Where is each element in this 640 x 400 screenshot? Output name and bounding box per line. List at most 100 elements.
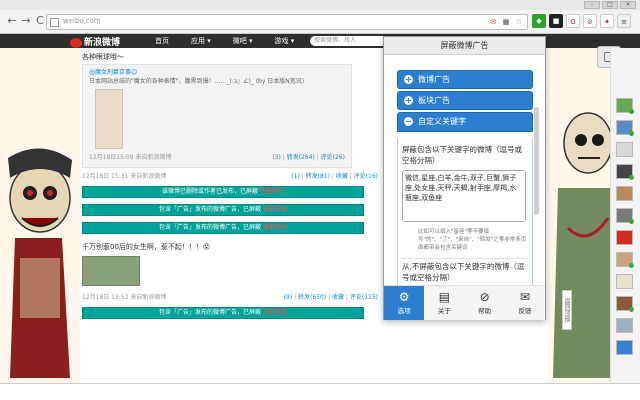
close-button[interactable]: ✕ xyxy=(620,1,636,9)
repost-button[interactable]: 转发(650) xyxy=(298,294,326,301)
tab-label: 关于 xyxy=(437,307,451,315)
friends-sidebar xyxy=(610,48,640,383)
like-button[interactable]: (3) xyxy=(272,154,281,161)
like-button[interactable]: (9) xyxy=(284,294,293,301)
blocked-text: 该微博已删除或作者已发布，已屏蔽 xyxy=(162,188,259,195)
repost-button[interactable]: 转发(264) xyxy=(287,154,315,161)
url-text[interactable]: weibo.com xyxy=(63,17,101,25)
post-image[interactable] xyxy=(95,89,123,149)
post-meta: 12月18日 15:31 来自新浪微博 (1) | 转发(81) | 收藏 | … xyxy=(82,173,378,180)
avatar[interactable] xyxy=(616,318,633,333)
omnibox-icons: ✉ ▦ ☆ xyxy=(488,17,524,27)
background-illustration-left xyxy=(0,48,80,383)
keywords-hint: 比如可以填入"星座"等不要填写"的"、"了"、"来自"、"转发"之等非常多页面都… xyxy=(418,229,527,251)
post-meta: 12月18日 13:52 来自新浪微博 (9) | 转发(650) | 收藏 |… xyxy=(82,294,378,301)
nav-weiba[interactable]: 微吧 ▾ xyxy=(233,36,253,46)
help-icon: ⊘ xyxy=(479,290,490,304)
maximize-button[interactable]: □ xyxy=(602,1,618,9)
blocked-post-notice: 包含「广告」发布的微博广告，已屏蔽 查看原帖 xyxy=(82,222,364,234)
avatar[interactable] xyxy=(616,230,633,245)
weibo-logo[interactable]: 新浪微博 xyxy=(70,35,120,48)
section-board-ads[interactable]: + 板块广告 xyxy=(397,91,533,110)
about-tab[interactable]: ▤ 关于 xyxy=(424,286,464,320)
like-button[interactable]: (1) xyxy=(291,173,300,180)
post-source[interactable]: 来自新浪微博 xyxy=(135,154,171,161)
extension-popup: 屏蔽微博广告 + 微博广告 + 板块广告 − 自定义关键字 屏蔽包含以下关键字的微博（… xyxy=(383,36,546,320)
star-icon[interactable]: ☆ xyxy=(514,17,524,27)
nav-games[interactable]: 游戏 ▾ xyxy=(275,36,295,46)
tab-label: 帮助 xyxy=(478,307,492,315)
avatar[interactable] xyxy=(616,274,633,289)
nav-apps[interactable]: 应用 ▾ xyxy=(191,36,211,46)
opera-icon[interactable]: O xyxy=(566,14,580,28)
about-icon: ▤ xyxy=(438,290,451,304)
avatar[interactable] xyxy=(616,186,633,201)
avatar[interactable] xyxy=(616,120,634,136)
avatar[interactable] xyxy=(616,208,634,224)
block-keywords-label: 屏蔽包含以下关键字的微博（逗号或空格分隔） xyxy=(402,145,522,165)
minimize-button[interactable]: – xyxy=(584,1,600,9)
favorite-button[interactable]: 收藏 xyxy=(332,294,344,301)
avatar[interactable] xyxy=(616,340,633,355)
extension-icon[interactable]: ✦ xyxy=(600,14,614,28)
avatar[interactable] xyxy=(616,142,633,157)
post-time[interactable]: 12月18日 15:31 xyxy=(82,173,128,180)
feedback-tab[interactable]: ✉ 反馈 xyxy=(505,286,545,320)
post-source[interactable]: 来自新浪微博 xyxy=(130,294,166,301)
comment-button[interactable]: 评论(26) xyxy=(321,154,345,161)
weibo-logo-text: 新浪微博 xyxy=(84,38,121,48)
avatar[interactable] xyxy=(616,164,634,180)
comment-button[interactable]: 评论(16) xyxy=(354,173,378,180)
post-source[interactable]: 来自新浪微博 xyxy=(130,173,166,180)
view-original-link[interactable]: 查看原帖 xyxy=(263,224,287,231)
whitelist-keywords-label: 从,不屏蔽包含以下关键字的微博（逗号或空格分隔） xyxy=(402,262,525,282)
quote-meta: 12月18日15:09 来自新浪微博 (3) | 转发(264) | 评论(26… xyxy=(89,154,345,161)
tab-strip: – □ ✕ xyxy=(0,0,640,10)
custom-keywords-panel: 屏蔽包含以下关键字的微博（逗号或空格分隔） 微信,星座,白羊,金牛,双子,巨蟹,… xyxy=(397,138,533,288)
popup-footer: ⚙ 选项 ▤ 关于 ⊘ 帮助 ✉ 反馈 xyxy=(384,285,545,320)
online-dot xyxy=(629,131,634,136)
blocked-text: 包含「广告」发布的微博广告，已屏蔽 xyxy=(159,224,262,231)
section-label: 微博广告 xyxy=(418,75,450,84)
blocked-post-notice: 包含「广告」发布的微博广告，已屏蔽 查看原帖 xyxy=(82,307,364,319)
post-time[interactable]: 12月18日15:09 xyxy=(89,154,134,161)
adblock-icon[interactable]: ◆ xyxy=(532,14,546,28)
section-weibo-ads[interactable]: + 微博广告 xyxy=(397,70,533,89)
online-dot xyxy=(629,263,634,268)
view-original-link[interactable]: 查看原帖 xyxy=(263,206,287,213)
reader-icon[interactable]: ■ xyxy=(549,14,563,28)
expand-icon: + xyxy=(404,75,413,84)
address-bar[interactable]: weibo.com ✉ ▦ ☆ xyxy=(46,14,528,30)
post-time[interactable]: 12月18日 13:52 xyxy=(82,294,128,301)
post-title: 各种眼球哦～ xyxy=(82,53,124,61)
view-original-link[interactable]: 查看原帖 xyxy=(263,309,287,316)
popup-scrollbar[interactable] xyxy=(534,107,539,215)
avatar[interactable] xyxy=(616,98,634,114)
online-dot xyxy=(629,109,634,114)
post-video-thumbnail[interactable] xyxy=(82,256,140,286)
expand-icon: + xyxy=(404,96,413,105)
browser-chrome: – □ ✕ ← → C weibo.com ✉ ▦ ☆ ◆ ■ O ⊘ ✦ ≡ xyxy=(0,0,640,34)
menu-icon[interactable]: ≡ xyxy=(617,14,631,28)
popup-title: 屏蔽微博广告 xyxy=(384,37,545,55)
divider xyxy=(402,258,528,259)
avatar[interactable] xyxy=(616,296,634,312)
lock-icon[interactable]: ✉ xyxy=(488,17,498,27)
repost-button[interactable]: 转发(81) xyxy=(306,173,330,180)
stop-icon[interactable]: ⊘ xyxy=(583,14,597,28)
comment-button[interactable]: 评论(115) xyxy=(350,294,378,301)
collapse-icon: − xyxy=(404,117,413,126)
options-tab[interactable]: ⚙ 选项 xyxy=(384,286,425,320)
block-keywords-input[interactable]: 微信,星座,白羊,金牛,双子,巨蟹,狮子座,处女座,天秤,天蝎,射手座,摩羯,水… xyxy=(402,170,526,222)
view-original-link[interactable]: 查看原帖 xyxy=(260,188,284,195)
grid-icon[interactable]: ▦ xyxy=(501,17,511,27)
nav-home[interactable]: 首页 xyxy=(155,36,169,46)
quote-line: @魔女刑爵京事😊 xyxy=(89,69,138,76)
back-to-top-tab[interactable]: 返回顶部 xyxy=(562,290,572,330)
section-custom-keywords[interactable]: − 自定义关键字 xyxy=(397,112,533,132)
help-tab[interactable]: ⊘ 帮助 xyxy=(465,286,505,320)
weibo-nav: 首页 应用 ▾ 微吧 ▾ 游戏 ▾ xyxy=(155,36,294,46)
avatar[interactable] xyxy=(616,252,634,268)
weibo-search-input[interactable]: 搜索微博、找人 xyxy=(310,36,388,46)
favorite-button[interactable]: 收藏 xyxy=(336,173,348,180)
